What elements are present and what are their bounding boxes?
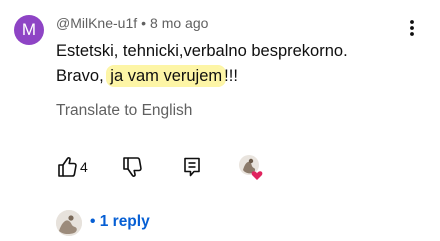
more-vert-icon bbox=[410, 20, 414, 36]
author-avatar[interactable]: M bbox=[14, 15, 44, 45]
creator-heart bbox=[238, 154, 264, 180]
avatar-letter: M bbox=[21, 20, 37, 39]
comment-line-1: Estetski, tehnicki,verbalno besprekorno. bbox=[56, 42, 348, 60]
header-separator: • bbox=[141, 15, 147, 31]
comment-header: @MilKne-u1f • 8 mo ago bbox=[56, 15, 208, 31]
reply-button[interactable] bbox=[181, 154, 203, 185]
comment-actions: 4 bbox=[56, 154, 276, 180]
creator-avatar-heart-icon bbox=[239, 155, 263, 180]
replies-count-label: • 1 reply bbox=[90, 213, 150, 230]
reply-avatar-image bbox=[56, 210, 82, 236]
comment-thread: M @MilKne-u1f • 8 mo ago Estetski, tehnick… bbox=[0, 0, 440, 241]
comment-text-bravo: Bravo, bbox=[56, 67, 109, 85]
translate-button[interactable]: Translate to English bbox=[56, 102, 192, 120]
author-name[interactable]: @MilKne-u1f bbox=[56, 15, 137, 31]
comment-text: Estetski, tehnicki,verbalno besprekorno.… bbox=[56, 39, 416, 89]
comment-text-exclaim: !!! bbox=[224, 67, 238, 85]
dislike-button[interactable] bbox=[121, 154, 143, 185]
more-options-button[interactable] bbox=[404, 17, 420, 39]
comment-line-2: Bravo, ja vam verujem!!! bbox=[56, 64, 416, 89]
thumb-down-icon bbox=[123, 157, 142, 177]
reply-icon bbox=[184, 157, 200, 177]
search-highlight: ja vam verujem bbox=[108, 67, 225, 85]
like-button[interactable] bbox=[56, 154, 78, 185]
reply-author-avatar bbox=[56, 210, 82, 236]
like-count: 4 bbox=[80, 159, 88, 175]
thumb-up-icon bbox=[58, 157, 77, 177]
comment-time: 8 mo ago bbox=[150, 15, 209, 31]
